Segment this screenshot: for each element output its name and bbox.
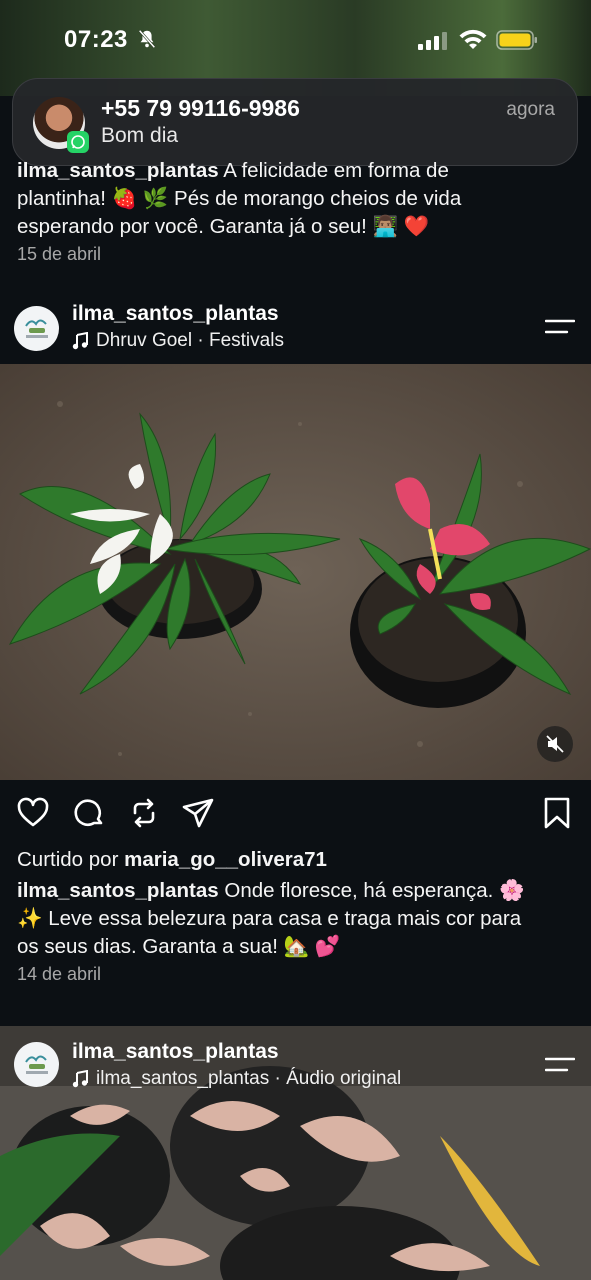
post-date: 14 de abril	[17, 964, 102, 984]
next-audio-link[interactable]: ilma_santos_plantas · Áudio original	[72, 1068, 401, 1090]
next-post-username[interactable]: ilma_santos_plantas	[72, 1040, 279, 1064]
anthurium-plants-image	[0, 364, 591, 780]
clock: 07:23	[64, 26, 128, 53]
caption-username[interactable]: ilma_santos_plantas	[17, 879, 219, 902]
whatsapp-notification[interactable]: +55 79 99116-9986 Bom dia agora	[12, 78, 578, 166]
next-post-video[interactable]: ilma_santos_plantas ilma_santos_plantas …	[0, 1026, 591, 1280]
prev-post-caption: ilma_santos_plantas A felicidade em form…	[17, 159, 462, 238]
more-menu-icon[interactable]	[545, 1056, 575, 1074]
signal-icon	[418, 32, 447, 50]
bookmark-icon[interactable]	[540, 796, 574, 830]
status-bar: 07:23	[0, 0, 591, 80]
prev-post-date: 15 de abril	[17, 244, 102, 264]
battery-icon	[496, 30, 537, 50]
mute-button[interactable]	[537, 726, 573, 762]
post-actions	[0, 796, 591, 836]
music-note-icon	[72, 332, 88, 350]
notification-body: Bom dia	[101, 124, 179, 147]
post-caption: ilma_santos_plantas Onde floresce, há es…	[17, 879, 525, 958]
whatsapp-icon	[67, 131, 89, 153]
heart-icon[interactable]	[16, 796, 50, 830]
post-video[interactable]	[0, 364, 591, 780]
liked-by-user[interactable]: maria_go__olivera71	[124, 848, 327, 871]
more-menu-icon[interactable]	[545, 318, 575, 336]
repost-icon[interactable]	[127, 796, 161, 830]
post-username[interactable]: ilma_santos_plantas	[72, 302, 279, 326]
comment-icon[interactable]	[72, 796, 106, 830]
speaker-muted-icon	[546, 735, 564, 753]
music-note-icon	[72, 1070, 88, 1088]
notification-time: agora	[506, 99, 555, 120]
audio-link[interactable]: Dhruv Goel · Festivals	[72, 330, 284, 352]
logo-icon	[24, 319, 48, 338]
caption-username[interactable]: ilma_santos_plantas	[17, 159, 219, 182]
post-header: ilma_santos_plantas Dhruv Goel · Festiva…	[0, 298, 591, 358]
liked-by[interactable]: Curtido por maria_go__olivera71	[17, 848, 327, 872]
notification-title: +55 79 99116-9986	[101, 95, 300, 121]
wifi-icon	[459, 29, 487, 49]
bell-slash-icon	[138, 29, 156, 49]
profile-avatar[interactable]	[14, 306, 59, 351]
share-icon[interactable]	[181, 796, 215, 830]
next-post-header: ilma_santos_plantas ilma_santos_plantas …	[0, 1026, 591, 1089]
profile-avatar[interactable]	[14, 1042, 59, 1087]
logo-icon	[24, 1055, 48, 1074]
